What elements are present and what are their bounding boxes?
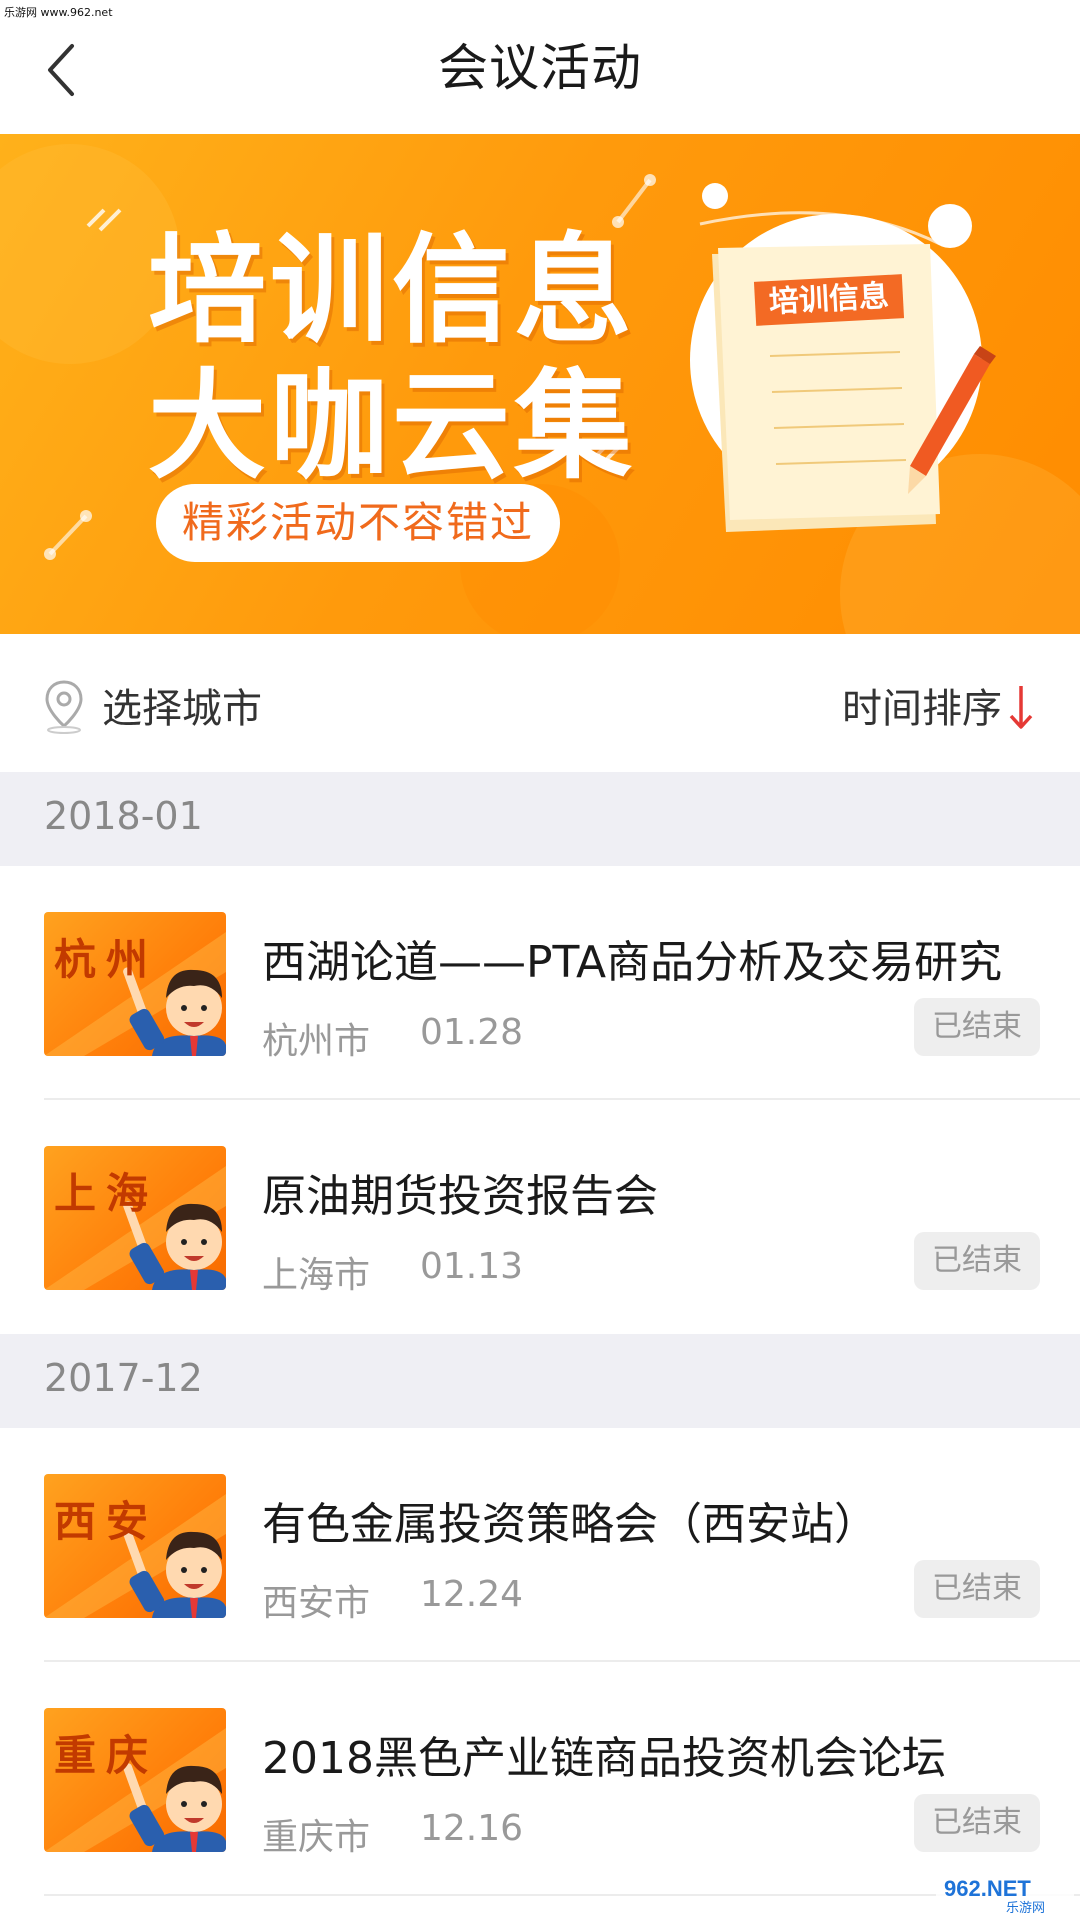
banner-paper-label: 培训信息 bbox=[753, 274, 905, 326]
event-city: 西安市 bbox=[262, 1583, 371, 1624]
month-section-header: 2018-01 bbox=[0, 772, 1080, 866]
list-item[interactable]: 上海 原油期货投资报告会 上海市 01.13 已结束 bbox=[0, 1100, 1080, 1334]
event-thumbnail: 重庆 bbox=[44, 1708, 226, 1852]
select-city-button[interactable]: 选择城市 bbox=[102, 676, 262, 734]
list-item[interactable]: 杭州 西湖论道——PTA商品分析及交易研究 杭州市 01.28 已结束 bbox=[0, 866, 1080, 1100]
event-city: 杭州市 bbox=[262, 1021, 371, 1062]
divider bbox=[44, 1894, 1080, 1896]
event-date: 01.13 bbox=[420, 1246, 524, 1287]
filter-bar: 选择城市 时间排序 bbox=[0, 634, 1080, 772]
promo-banner[interactable]: 培训信息 大咖云集 精彩活动不容错过 培训信息 bbox=[0, 134, 1080, 634]
arrow-down-icon[interactable] bbox=[1006, 680, 1036, 732]
thumbnail-city-text: 杭州 bbox=[54, 935, 159, 984]
month-label: 2018-01 bbox=[44, 794, 203, 838]
event-thumbnail: 上海 bbox=[44, 1146, 226, 1290]
watermark-sub: 乐游网 bbox=[1006, 1901, 1045, 1916]
thumbnail-city-text: 西安 bbox=[54, 1497, 159, 1546]
time-sort-button[interactable]: 时间排序 bbox=[842, 676, 1002, 734]
banner-tagline: 精彩活动不容错过 bbox=[156, 484, 560, 562]
list-item[interactable]: 重庆 2018黑色产业链商品投资机会论坛 重庆市 12.16 已结束 bbox=[0, 1662, 1080, 1896]
site-watermark-logo: 962.NET 乐游网 bbox=[936, 1872, 1074, 1916]
month-label: 2017-12 bbox=[44, 1356, 203, 1400]
app-header: 会议活动 bbox=[0, 0, 1080, 134]
month-section-header: 2017-12 bbox=[0, 1334, 1080, 1428]
event-city: 重庆市 bbox=[262, 1817, 371, 1858]
banner-headline-2: 大咖云集 bbox=[148, 357, 637, 495]
list-item[interactable]: 西安 有色金属投资策略会（西安站） 西安市 12.24 已结束 bbox=[0, 1428, 1080, 1662]
status-badge: 已结束 bbox=[914, 998, 1040, 1056]
event-title: 西湖论道——PTA商品分析及交易研究 bbox=[262, 937, 1003, 988]
event-thumbnail: 西安 bbox=[44, 1474, 226, 1618]
event-city: 上海市 bbox=[262, 1255, 371, 1296]
watermark-brand: 962.NET bbox=[944, 1876, 1031, 1901]
thumbnail-city-text: 上海 bbox=[54, 1169, 159, 1218]
event-title: 原油期货投资报告会 bbox=[262, 1171, 658, 1222]
event-title: 有色金属投资策略会（西安站） bbox=[262, 1499, 878, 1550]
top-watermark: 乐游网 www.962.net bbox=[4, 6, 113, 19]
event-date: 12.24 bbox=[420, 1574, 524, 1615]
event-title: 2018黑色产业链商品投资机会论坛 bbox=[262, 1733, 946, 1784]
page: 会议活动 乐游网 www.962.net 培训信息 大咖云集 精彩活动不容错过 … bbox=[0, 0, 1080, 1920]
event-thumbnail: 杭州 bbox=[44, 912, 226, 1056]
status-badge: 已结束 bbox=[914, 1232, 1040, 1290]
location-pin-icon[interactable] bbox=[42, 678, 86, 734]
event-date: 12.16 bbox=[420, 1808, 524, 1849]
page-title: 会议活动 bbox=[438, 39, 642, 97]
status-badge: 已结束 bbox=[914, 1794, 1040, 1852]
event-date: 01.28 bbox=[420, 1012, 524, 1053]
thumbnail-city-text: 重庆 bbox=[54, 1731, 159, 1780]
status-badge: 已结束 bbox=[914, 1560, 1040, 1618]
